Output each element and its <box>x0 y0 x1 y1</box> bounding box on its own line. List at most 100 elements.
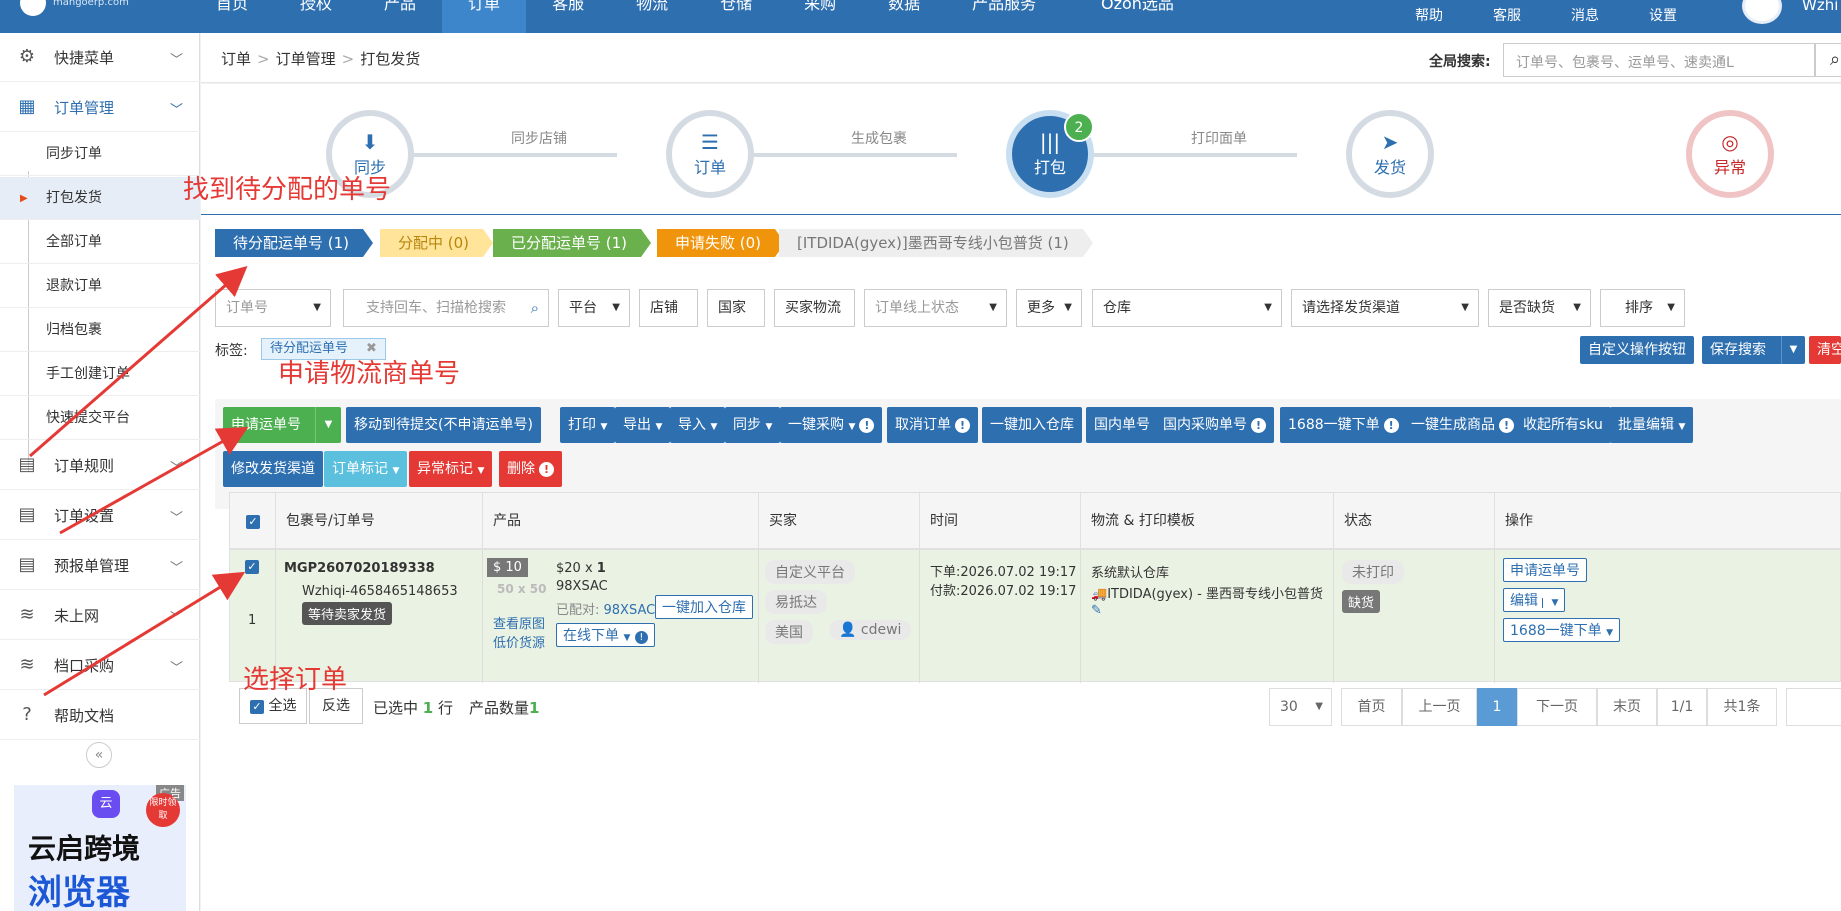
matched-sku-link[interactable]: 98XSAC <box>604 603 656 618</box>
nav-item-purchase[interactable]: 采购 <box>778 0 862 33</box>
collapse-sku-button[interactable]: 收起所有sku <box>1515 407 1611 443</box>
view-original-link[interactable]: 查看原图 <box>493 613 545 632</box>
page-1-button[interactable]: 1 <box>1477 688 1517 726</box>
stockout-dropdown[interactable]: 是否缺货 ▼ <box>1488 289 1591 327</box>
sidebar-item-sync-orders[interactable]: 同步订单 <box>0 133 200 176</box>
breadcrumb-item[interactable]: 订单 <box>221 50 251 68</box>
sidebar-group-forecast[interactable]: ▤ 预报单管理 ﹀ <box>0 541 200 590</box>
search-input[interactable]: 支持回车、扫描枪搜索 ⌕ <box>343 289 549 327</box>
order-no[interactable]: Wzhiqi-4658465148653 <box>302 584 458 599</box>
shop-button[interactable]: 店铺 <box>639 289 698 327</box>
nav-item-order[interactable]: 订单 <box>442 0 527 33</box>
add-to-warehouse-row-button[interactable]: 一键加入仓库 <box>655 595 753 619</box>
country-button[interactable]: 国家 <box>707 289 765 327</box>
order-mark-dropdown[interactable]: 订单标记 ▼ <box>324 451 408 487</box>
first-page-button[interactable]: 首页 <box>1341 688 1402 726</box>
import-dropdown[interactable]: 导入 ▼ <box>670 407 726 443</box>
last-page-button[interactable]: 末页 <box>1597 688 1657 726</box>
sidebar-item-all-orders[interactable]: 全部订单 <box>0 221 200 264</box>
clear-button[interactable]: 清空 <box>1809 336 1841 364</box>
abnormal-mark-dropdown[interactable]: 异常标记 ▼ <box>409 451 493 487</box>
sort-dropdown[interactable]: 排序 ▼ <box>1600 289 1685 327</box>
tab-channel[interactable]: [ITDIDA(gyex)]墨西哥专线小包普货 (1) <box>779 229 1093 257</box>
tab-failed[interactable]: 申请失败 (0) <box>657 229 786 257</box>
platform-dropdown[interactable]: 平台 ▼ <box>558 289 630 327</box>
change-channel-button[interactable]: 修改发货渠道 <box>223 451 323 487</box>
nav-item-service[interactable]: 客服 <box>526 0 610 33</box>
page-size-select[interactable]: 30 ▼ <box>1269 688 1332 726</box>
sidebar-group-order-management[interactable]: ▦ 订单管理 ﹀ <box>0 83 200 132</box>
order-no-select[interactable]: 订单号 ▼ <box>215 289 331 327</box>
messages-link[interactable]: 消息 <box>1546 0 1624 25</box>
sidebar-group-quick-menu[interactable]: ⚙ 快捷菜单 ﹀ <box>0 33 200 82</box>
nav-item-home[interactable]: 首页 <box>190 0 274 33</box>
step-pack[interactable]: ||| 打包 2 <box>1006 110 1094 198</box>
customer-service-link[interactable]: 客服 <box>1468 0 1546 25</box>
username[interactable]: Wzhi <box>1802 0 1838 13</box>
apply-tracking-row-button[interactable]: 申请运单号 <box>1503 558 1587 582</box>
nav-item-product-service[interactable]: 产品服务 <box>946 0 1062 33</box>
apply-tracking-button[interactable]: 申请运单号 ▼ <box>223 407 341 443</box>
online-status-select[interactable]: 订单线上状态 ▼ <box>864 289 1007 327</box>
nav-item-product[interactable]: 产品 <box>358 0 442 33</box>
domestic-tracking-button[interactable]: 国内单号 <box>1086 407 1158 443</box>
edit-row-dropdown[interactable]: 编辑 ▼ <box>1503 588 1566 612</box>
low-price-source-link[interactable]: 低价货源 <box>493 632 545 651</box>
sidebar-group-order-rules[interactable]: ▤ 订单规则 ﹀ <box>0 441 200 490</box>
order-1688-row-dropdown[interactable]: 1688一键下单 ▼ <box>1503 618 1621 642</box>
sidebar-group-offline[interactable]: ≋ 未上网 ﹀ <box>0 591 200 640</box>
nav-item-auth[interactable]: 授权 <box>274 0 358 33</box>
sidebar-item-refund-orders[interactable]: 退款订单 <box>0 265 200 308</box>
step-link-generate-package[interactable]: 生成包裹 <box>851 128 907 148</box>
tab-allocated[interactable]: 已分配运单号 (1) <box>493 229 652 257</box>
table-row[interactable]: ✓ 1 MGP2607020189338 Wzhiqi-465846514865… <box>229 549 1841 683</box>
goto-page-input[interactable] <box>1786 688 1841 726</box>
sidebar-item-archived[interactable]: 归档包裹 <box>0 309 200 352</box>
sidebar-group-stall-purchase[interactable]: ≋ 档口采购 ﹀ <box>0 641 200 690</box>
step-order[interactable]: ☰ 订单 <box>666 110 754 198</box>
export-dropdown[interactable]: 导出 ▼ <box>615 407 671 443</box>
batch-edit-dropdown[interactable]: 批量编辑 ▼ <box>1610 407 1694 443</box>
add-to-warehouse-button[interactable]: 一键加入仓库 <box>982 407 1082 443</box>
save-search-button[interactable]: 保存搜索 ▼ <box>1702 336 1805 364</box>
step-abnormal[interactable]: ◎ 异常 <box>1686 110 1774 198</box>
ad-banner[interactable]: 广告 云 限时领取 云启跨境 浏览器 <box>14 785 186 911</box>
avatar[interactable] <box>1742 0 1782 24</box>
more-dropdown[interactable]: 更多 ▼ <box>1016 289 1082 327</box>
online-order-dropdown[interactable]: 在线下单 ▼ ! <box>556 623 655 647</box>
step-link-print-label[interactable]: 打印面单 <box>1191 128 1247 148</box>
sidebar-item-pack-ship[interactable]: ▶ 打包发货 <box>0 177 200 220</box>
sidebar-item-quick-submit[interactable]: 快速提交平台 <box>0 397 200 440</box>
nav-item-warehouse[interactable]: 仓储 <box>694 0 778 33</box>
buyer-logistics-button[interactable]: 买家物流 <box>774 289 855 327</box>
tab-allocating[interactable]: 分配中 (0) <box>380 229 494 257</box>
row-checkbox[interactable]: ✓ <box>245 560 259 574</box>
sync-dropdown[interactable]: 同步 ▼ <box>725 407 781 443</box>
help-link[interactable]: 帮助 <box>1390 0 1468 25</box>
collapse-sidebar-button[interactable]: « <box>86 742 112 768</box>
header-checkbox[interactable]: ✓ <box>230 493 276 550</box>
order-1688-button[interactable]: 1688一键下单! <box>1280 407 1407 443</box>
nav-item-data[interactable]: 数据 <box>862 0 946 33</box>
generate-product-button[interactable]: 一键生成商品! <box>1403 407 1522 443</box>
print-dropdown[interactable]: 打印 ▼ <box>560 407 616 443</box>
search-icon[interactable]: ⌕ <box>1815 43 1841 77</box>
one-click-purchase-dropdown[interactable]: 一键采购 ▼! <box>780 407 883 443</box>
package-no[interactable]: MGP2607020189338 <box>284 561 435 576</box>
sidebar-item-manual-create[interactable]: 手工创建订单 <box>0 353 200 396</box>
tab-pending-tracking[interactable]: 待分配运单号 (1) <box>215 229 374 257</box>
settings-link[interactable]: 设置 <box>1624 0 1702 25</box>
domestic-purchase-no-button[interactable]: 国内采购单号! <box>1155 407 1274 443</box>
sidebar-group-order-settings[interactable]: ▤ 订单设置 ﹀ <box>0 491 200 540</box>
nav-promo-ozon[interactable]: Ozon选品 <box>1075 0 1200 33</box>
breadcrumb-item[interactable]: 订单管理 <box>276 50 336 68</box>
cancel-order-button[interactable]: 取消订单! <box>887 407 978 443</box>
sidebar-group-help-docs[interactable]: ? 帮助文档 <box>0 691 200 740</box>
move-to-submit-button[interactable]: 移动到待提交(不申请运单号) <box>346 407 541 443</box>
nav-item-logistics[interactable]: 物流 <box>610 0 694 33</box>
step-link-sync-shops[interactable]: 同步店铺 <box>511 128 567 148</box>
next-page-button[interactable]: 下一页 <box>1517 688 1597 726</box>
global-search-input[interactable]: 订单号、包裹号、运单号、速卖通L <box>1503 43 1815 77</box>
step-ship[interactable]: ➤ 发货 <box>1346 110 1434 198</box>
custom-action-button[interactable]: 自定义操作按钮 <box>1580 336 1694 364</box>
